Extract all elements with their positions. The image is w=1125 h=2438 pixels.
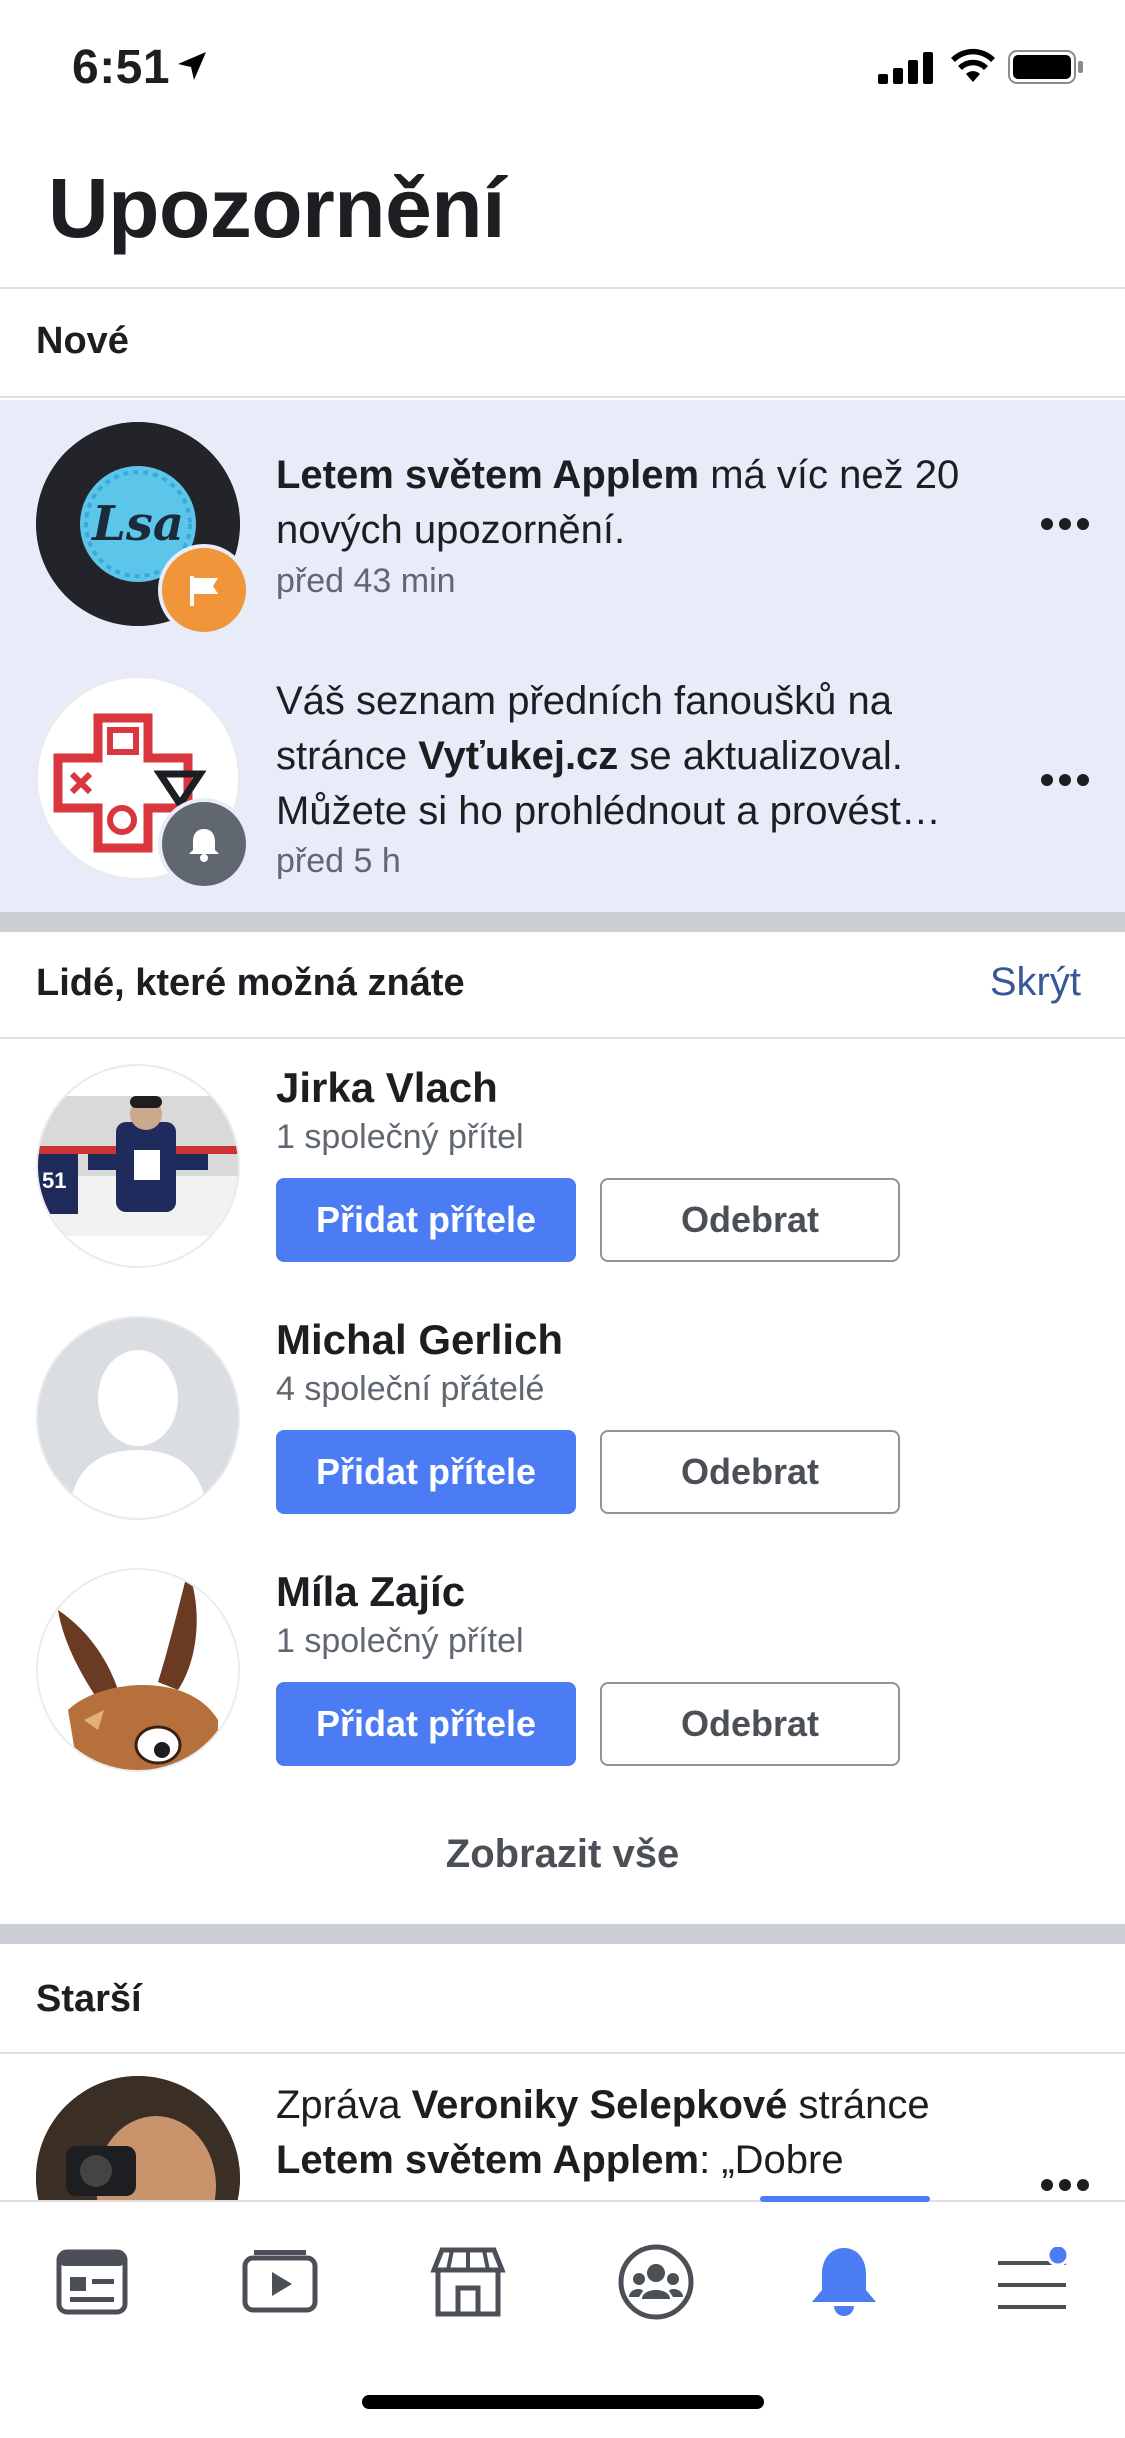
notification-text: Váš seznam předních fanoušků na stránce … — [276, 674, 1016, 839]
notification-body-end: : „Dobre — [699, 2138, 844, 2182]
notifications-icon — [812, 2248, 876, 2316]
section-separator — [0, 912, 1125, 932]
tab-groups[interactable] — [606, 2232, 706, 2332]
notification-time: před 43 min — [276, 562, 456, 600]
remove-button[interactable]: Odebrat — [600, 1430, 900, 1514]
battery-icon — [1008, 50, 1083, 84]
groups-icon — [618, 2244, 694, 2320]
more-options-icon[interactable] — [1041, 2178, 1097, 2192]
menu-icon — [998, 2247, 1070, 2309]
notification-item[interactable]: Lsa Letem světem Applem má víc než 20 no… — [0, 420, 1125, 640]
add-friend-button[interactable]: Přidat přítele — [276, 1430, 576, 1514]
hide-link[interactable]: Skrýt — [990, 960, 1081, 1005]
section-separator — [0, 1924, 1125, 1944]
notification-body-cont: stránce — [787, 2083, 930, 2127]
divider — [0, 1037, 1125, 1039]
tab-news-feed[interactable] — [42, 2232, 142, 2332]
page-badge — [158, 544, 250, 636]
notification-item[interactable]: Váš seznam předních fanoušků na stránce … — [0, 672, 1125, 892]
wifi-icon — [951, 48, 995, 82]
notification-body: Zpráva — [276, 2083, 412, 2127]
person-name[interactable]: Jirka Vlach — [276, 1064, 498, 1112]
pymk-person: 51 Jirka Vlach 1 společný přítel Přidat … — [0, 1064, 1125, 1294]
status-bar: 6:51 — [0, 0, 1125, 140]
tab-marketplace[interactable] — [418, 2232, 518, 2332]
marketplace-icon — [430, 2247, 506, 2317]
tab-notifications[interactable] — [794, 2232, 894, 2332]
mutual-friends[interactable]: 1 společný přítel — [276, 1622, 524, 1661]
notification-time: před 5 h — [276, 842, 401, 880]
person-avatar — [36, 2076, 240, 2200]
home-indicator — [362, 2395, 764, 2409]
cartoon-rabbit-avatar — [38, 1570, 238, 1770]
person-name[interactable]: Míla Zajíc — [276, 1568, 465, 1616]
active-tab-indicator — [760, 2196, 930, 2202]
section-header-older: Starší — [36, 1978, 142, 2020]
default-avatar-icon — [38, 1318, 238, 1518]
bell-badge — [158, 798, 250, 890]
pymk-person: Míla Zajíc 1 společný přítel Přidat přít… — [0, 1568, 1125, 1798]
tab-watch[interactable] — [230, 2232, 330, 2332]
page-title: Upozornění — [48, 161, 505, 255]
page-name: Vyťukej.cz — [418, 734, 619, 778]
svg-text:Lsa: Lsa — [90, 496, 184, 552]
notification-text: Letem světem Applem má víc než 20 nových… — [276, 448, 1016, 558]
status-time: 6:51 — [72, 41, 171, 94]
person-name[interactable]: Michal Gerlich — [276, 1316, 563, 1364]
section-header-new: Nové — [36, 320, 129, 362]
add-friend-button[interactable]: Přidat přítele — [276, 1682, 576, 1766]
mutual-friends[interactable]: 1 společný přítel — [276, 1118, 524, 1157]
divider — [0, 287, 1125, 289]
watch-icon — [242, 2250, 318, 2313]
news-feed-icon — [56, 2249, 128, 2315]
photo-avatar — [36, 2076, 240, 2200]
cellular-signal-icon — [878, 52, 933, 84]
remove-button[interactable]: Odebrat — [600, 1682, 900, 1766]
person-name: Veroniky Selepkové — [411, 2083, 788, 2127]
flag-icon — [190, 576, 218, 606]
bell-icon — [189, 829, 219, 862]
add-friend-button[interactable]: Přidat přítele — [276, 1178, 576, 1262]
page-name: Letem světem Applem — [276, 2138, 700, 2182]
pymk-person: Michal Gerlich 4 společní přátelé Přidat… — [0, 1316, 1125, 1546]
avatar[interactable] — [36, 1568, 240, 1772]
avatar[interactable] — [36, 1316, 240, 1520]
mutual-friends[interactable]: 4 společní přátelé — [276, 1370, 544, 1409]
divider — [0, 396, 1125, 398]
notification-item[interactable]: Zpráva Veroniky Selepkové stránce Letem … — [0, 2074, 1125, 2200]
more-options-icon[interactable] — [1041, 773, 1097, 787]
remove-button[interactable]: Odebrat — [600, 1178, 900, 1262]
more-options-icon[interactable] — [1041, 517, 1097, 531]
notification-text: Zpráva Veroniky Selepkové stránce Letem … — [276, 2078, 1016, 2188]
location-arrow-icon — [178, 52, 206, 80]
section-header-pymk: Lidé, které možná znáte — [36, 962, 465, 1004]
svg-text:51: 51 — [42, 1168, 66, 1193]
tab-menu[interactable] — [982, 2232, 1082, 2332]
show-all-link[interactable]: Zobrazit vše — [0, 1832, 1125, 1877]
page-name: Letem světem Applem — [276, 453, 700, 497]
avatar[interactable]: 51 — [36, 1064, 240, 1268]
divider — [0, 2052, 1125, 2054]
hockey-player-photo: 51 — [38, 1066, 238, 1266]
